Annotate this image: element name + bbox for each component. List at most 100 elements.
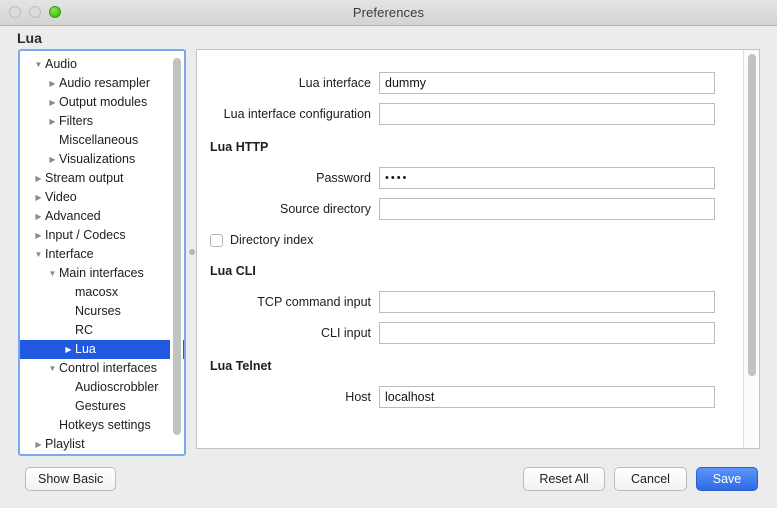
sidebar-item-advanced[interactable]: ▶ Advanced <box>20 207 184 226</box>
source-directory-label: Source directory <box>279 202 371 216</box>
chevron-right-icon[interactable]: ▶ <box>32 435 45 454</box>
sidebar-item-label: Advanced <box>45 209 101 223</box>
directory-index-checkbox-row[interactable]: Directory index <box>210 230 743 250</box>
password-input[interactable]: •••• <box>379 167 715 189</box>
settings-panel: Lua interface dummy Lua interface config… <box>196 49 760 449</box>
sidebar-item-macosx[interactable]: ▶macosx <box>20 283 184 302</box>
sidebar-item-label: macosx <box>75 285 119 299</box>
chevron-right-icon[interactable]: ▶ <box>32 207 45 226</box>
settings-scrollbar[interactable] <box>743 50 759 448</box>
lua-interface-label: Lua interface <box>298 76 371 90</box>
tree-spacer-icon: ▶ <box>65 345 72 354</box>
save-button[interactable]: Save <box>696 467 758 491</box>
tcp-command-input-field[interactable] <box>379 291 715 313</box>
sidebar-item-label: Hotkeys settings <box>59 418 151 432</box>
sidebar-item-label: Output modules <box>59 95 148 109</box>
tree-spacer-icon: ▶ <box>62 321 75 340</box>
sidebar-item-label: Visualizations <box>59 152 136 166</box>
field-row-cli-input: CLI input <box>197 321 743 345</box>
cli-input-label: CLI input <box>320 326 371 340</box>
sidebar-item-label: Playlist <box>45 437 85 451</box>
cli-input-field[interactable] <box>379 322 715 344</box>
sidebar-item-input-codecs[interactable]: ▶ Input / Codecs <box>20 226 184 245</box>
field-row-host: Host localhost <box>197 385 743 409</box>
window-title: Preferences <box>352 5 425 20</box>
sidebar-item-filters[interactable]: ▶ Filters <box>20 112 184 131</box>
source-directory-input[interactable] <box>379 198 715 220</box>
field-row-source-directory: Source directory <box>197 197 743 221</box>
show-basic-button[interactable]: Show Basic <box>25 467 116 491</box>
preferences-window: Preferences Lua ▼ Audio ▶ Audio resampler ▶ O… <box>0 0 777 508</box>
sidebar-item-label: Input / Codecs <box>45 228 126 242</box>
chevron-right-icon[interactable]: ▶ <box>32 188 45 207</box>
chevron-right-icon[interactable]: ▶ <box>46 93 59 112</box>
panel-splitter-handle[interactable] <box>189 249 195 255</box>
sidebar-item-video[interactable]: ▶ Video <box>20 188 184 207</box>
chevron-down-icon[interactable]: ▼ <box>46 264 59 283</box>
chevron-right-icon[interactable]: ▶ <box>46 74 59 93</box>
sidebar-item-label: RC <box>75 323 94 337</box>
tree-spacer-icon: ▶ <box>62 397 75 416</box>
lua-interface-configuration-input[interactable] <box>379 103 715 125</box>
lua-interface-configuration-label: Lua interface configuration <box>223 107 371 121</box>
tree-spacer-icon: ▶ <box>62 302 75 321</box>
directory-index-label: Directory index <box>230 233 314 247</box>
tcp-command-input-label: TCP command input <box>257 295 371 309</box>
sidebar-item-stream-output[interactable]: ▶ Stream output <box>20 169 184 188</box>
tree-spacer-icon: ▶ <box>46 131 59 150</box>
tree-scrollbar-thumb[interactable] <box>173 58 181 435</box>
sidebar-item-ncurses[interactable]: ▶Ncurses <box>20 302 184 321</box>
zoom-button[interactable] <box>49 6 61 18</box>
lua-interface-input[interactable]: dummy <box>379 72 715 94</box>
chevron-right-icon[interactable]: ▶ <box>32 226 45 245</box>
close-button[interactable] <box>9 6 21 18</box>
sidebar-item-hotkeys-settings[interactable]: ▶Hotkeys settings <box>20 416 184 435</box>
chevron-right-icon[interactable]: ▶ <box>46 112 59 131</box>
field-row-lua-interface: Lua interface dummy <box>197 71 743 95</box>
chevron-down-icon[interactable]: ▼ <box>32 245 45 264</box>
chevron-right-icon[interactable]: ▶ <box>46 150 59 169</box>
sidebar-item-label: Audio resampler <box>59 76 151 90</box>
host-label: Host <box>345 390 371 404</box>
sidebar-item-control-interfaces[interactable]: ▼ Control interfaces <box>20 359 184 378</box>
sidebar-item-audio-resampler[interactable]: ▶ Audio resampler <box>20 74 184 93</box>
sidebar-item-main-interfaces[interactable]: ▼ Main interfaces <box>20 264 184 283</box>
chevron-down-icon[interactable]: ▼ <box>32 55 45 74</box>
sidebar-item-audio[interactable]: ▼ Audio <box>20 55 184 74</box>
sidebar-item-visualizations[interactable]: ▶ Visualizations <box>20 150 184 169</box>
sidebar-item-rc[interactable]: ▶RC <box>20 321 184 340</box>
minimize-button[interactable] <box>29 6 41 18</box>
sidebar-item-label: Interface <box>45 247 94 261</box>
field-row-tcp-command-input: TCP command input <box>197 290 743 314</box>
reset-all-button[interactable]: Reset All <box>523 467 605 491</box>
sidebar-item-output-modules[interactable]: ▶ Output modules <box>20 93 184 112</box>
sidebar-item-label: Gestures <box>75 399 126 413</box>
password-label: Password <box>316 171 371 185</box>
sidebar-item-interface[interactable]: ▼ Interface <box>20 245 184 264</box>
tree-spacer-icon: ▶ <box>62 378 75 397</box>
tree-scrollbar[interactable] <box>170 52 183 453</box>
sidebar-item-label: Miscellaneous <box>59 133 139 147</box>
title-bar: Preferences <box>0 0 777 26</box>
host-input[interactable]: localhost <box>379 386 715 408</box>
window-controls <box>9 6 61 18</box>
sidebar-item-miscellaneous[interactable]: ▶Miscellaneous <box>20 131 184 150</box>
sidebar-item-playlist[interactable]: ▶ Playlist <box>20 435 184 454</box>
chevron-down-icon[interactable]: ▼ <box>46 359 59 378</box>
sidebar-item-label: Ncurses <box>75 304 121 318</box>
sidebar-item-label: Video <box>45 190 77 204</box>
sidebar-item-label: Stream output <box>45 171 124 185</box>
tree-list: ▼ Audio ▶ Audio resampler ▶ Output modules ▶ Fi… <box>20 51 184 454</box>
sidebar-item-label: Control interfaces <box>59 361 157 375</box>
chevron-right-icon[interactable]: ▶ <box>32 169 45 188</box>
settings-scrollbar-thumb[interactable] <box>748 54 756 376</box>
preferences-tree[interactable]: ▼ Audio ▶ Audio resampler ▶ Output modules ▶ Fi… <box>18 49 186 456</box>
cancel-button[interactable]: Cancel <box>614 467 687 491</box>
tree-spacer-icon: ▶ <box>46 416 59 435</box>
sidebar-item-lua[interactable]: ▶ Lua <box>20 340 184 359</box>
directory-index-checkbox[interactable] <box>210 233 223 247</box>
sidebar-item-audioscrobbler[interactable]: ▶Audioscrobbler <box>20 378 184 397</box>
sidebar-item-gestures[interactable]: ▶Gestures <box>20 397 184 416</box>
sidebar-item-label: Filters <box>59 114 94 128</box>
group-title-lua-telnet: Lua Telnet <box>210 359 272 373</box>
